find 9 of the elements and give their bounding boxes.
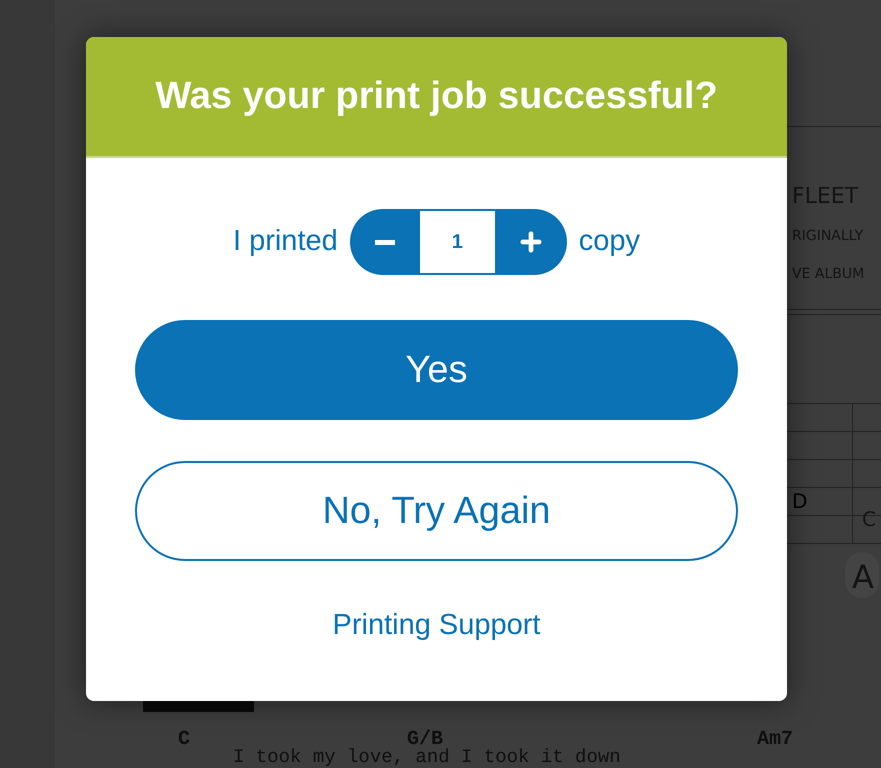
- copies-unit: copy: [578, 224, 640, 260]
- support-link[interactable]: Printing Support: [332, 604, 540, 648]
- copies-label: I printed: [232, 224, 338, 260]
- table-letter: D: [792, 489, 808, 513]
- dialog-title: Was your print job successful?: [155, 74, 718, 119]
- minus-icon: [374, 240, 395, 244]
- quantity-field[interactable]: 1: [420, 211, 495, 273]
- confirm-button[interactable]: Yes: [135, 320, 738, 420]
- retry-button[interactable]: No, Try Again: [135, 461, 738, 561]
